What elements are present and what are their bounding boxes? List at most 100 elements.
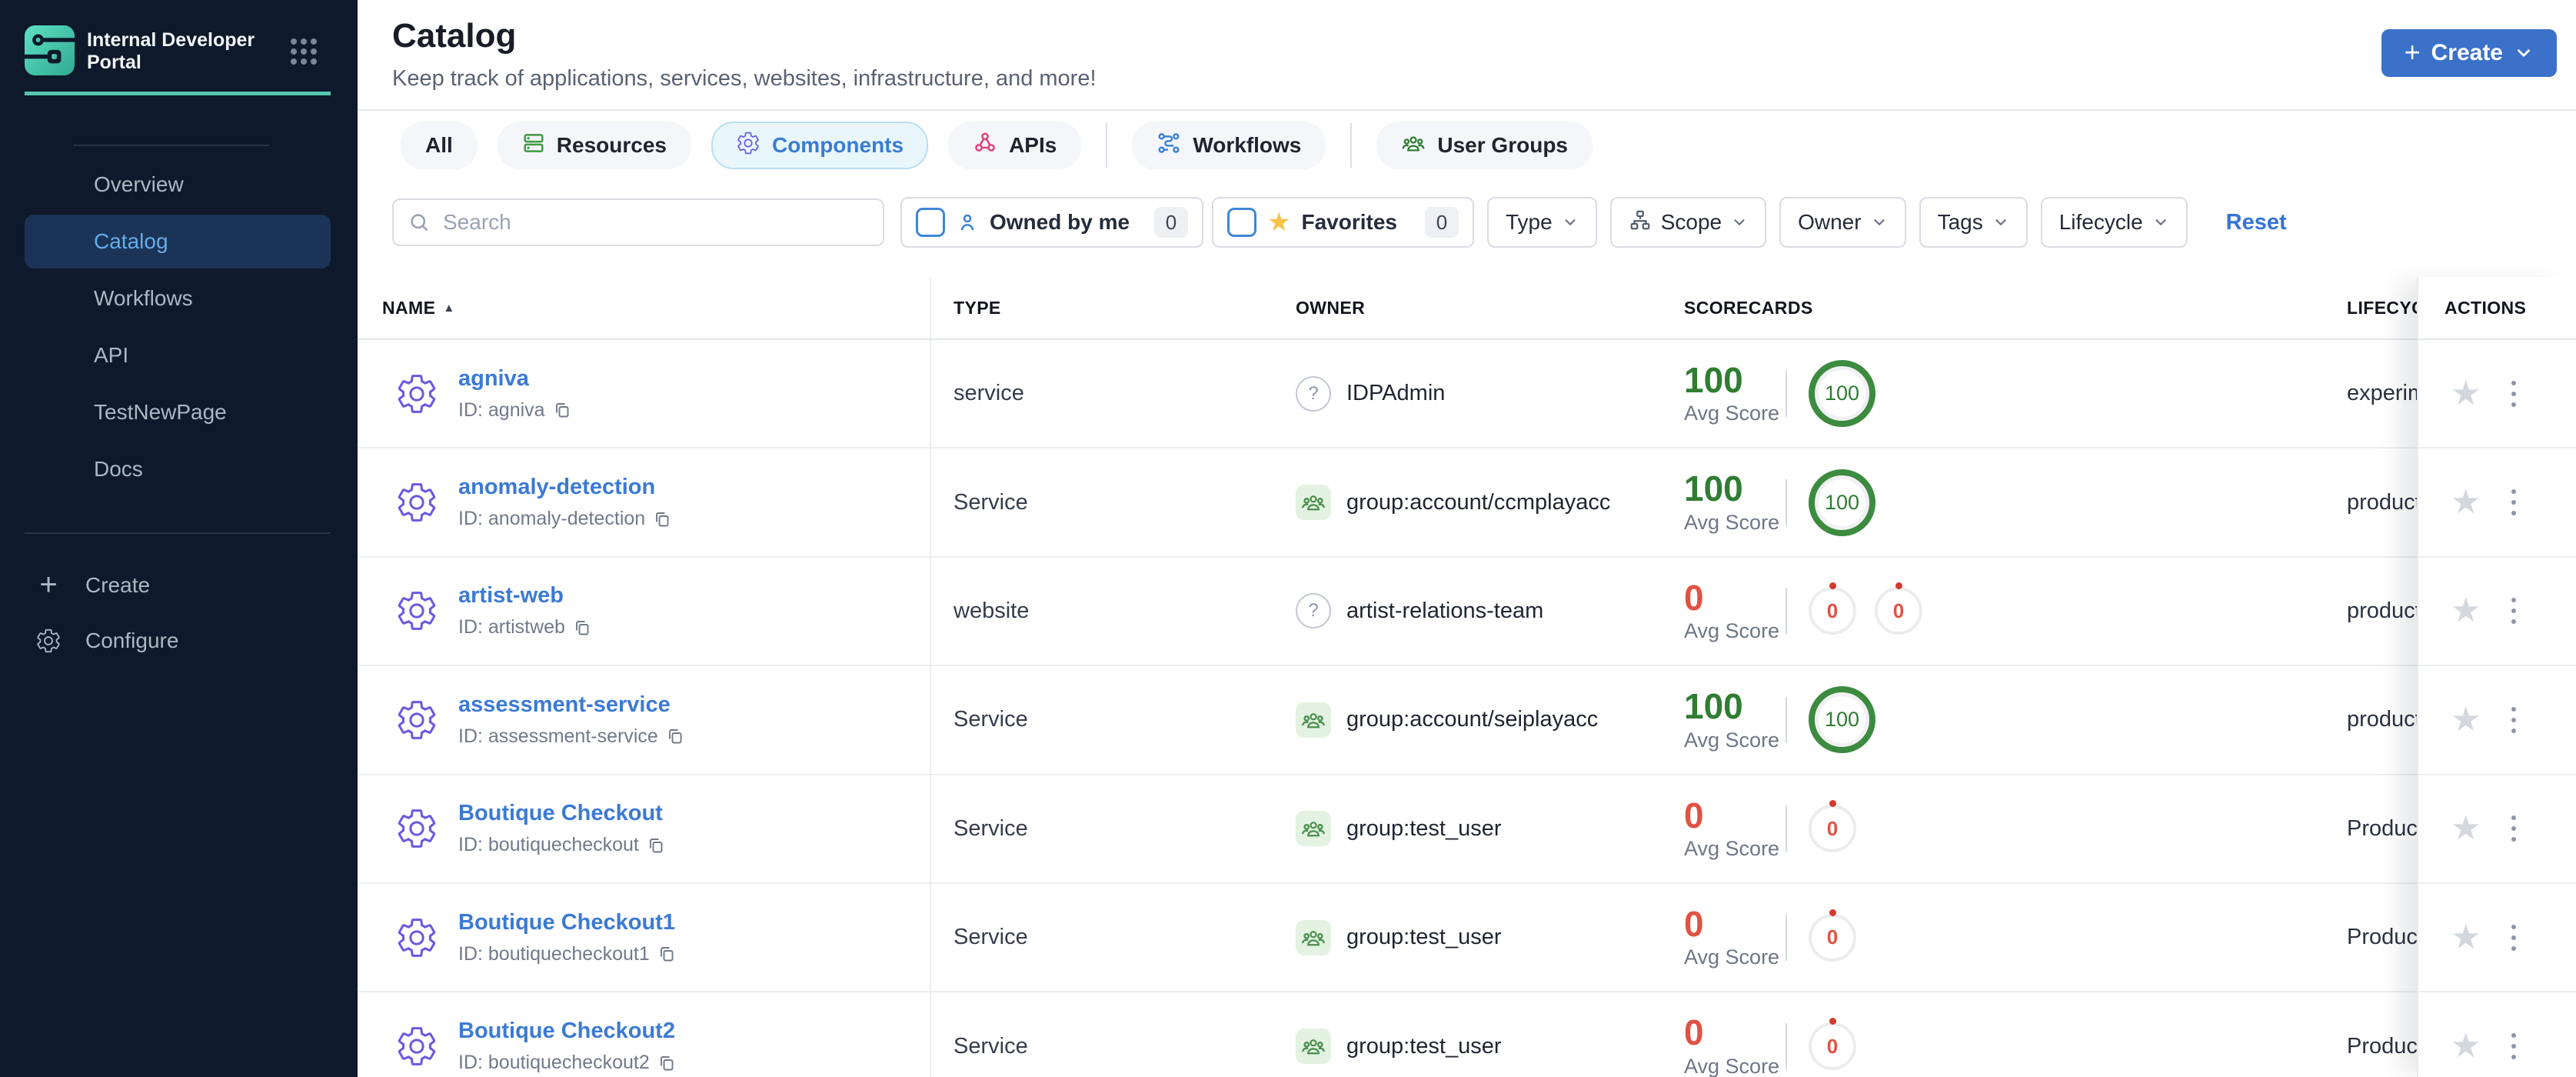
avg-score-block: 0 Avg Score (1684, 579, 1786, 643)
owner-cell: group:account/seiplayacc (1276, 666, 1661, 773)
tab-user-groups[interactable]: User Groups (1376, 122, 1593, 169)
copy-icon[interactable] (657, 1054, 676, 1072)
kebab-menu-icon[interactable] (2507, 811, 2521, 846)
scorecard-circles: 00 (1809, 582, 1922, 635)
favorite-star-icon[interactable]: ★ (2451, 812, 2481, 845)
entity-name-link[interactable]: Boutique Checkout2 (458, 1019, 676, 1044)
sidebar-item-catalog[interactable]: Catalog (25, 215, 331, 268)
favorite-star-icon[interactable]: ★ (2451, 920, 2481, 955)
scorecard-circles: 100 (1809, 360, 1875, 428)
sidebar-item-overview[interactable]: Overview (25, 158, 331, 212)
scorecard-ring[interactable]: 0 (1809, 1018, 1856, 1071)
name-block: Boutique Checkout ID: boutiquecheckout (458, 801, 665, 856)
entity-name-link[interactable]: assessment-service (458, 692, 684, 718)
kebab-menu-icon[interactable] (2507, 1029, 2521, 1064)
table-row[interactable]: anomaly-detection ID: anomaly-detection Se… (358, 448, 2417, 558)
search-input[interactable] (441, 209, 869, 235)
owner-cell: group:account/ccmplayacc (1276, 448, 1661, 555)
table-row[interactable]: artist-web ID: artistweb website? artist-re… (358, 557, 2417, 667)
copy-icon[interactable] (647, 836, 665, 855)
favorite-star-icon[interactable]: ★ (2451, 702, 2481, 737)
kebab-menu-icon[interactable] (2507, 920, 2521, 955)
table-row[interactable]: agniva ID: agniva service? IDPAdmin 100 Avg S… (358, 340, 2417, 449)
filter-dropdown-lifecycle[interactable]: Lifecycle (2040, 197, 2188, 248)
sidebar-configure-button[interactable]: Configure (35, 628, 178, 654)
brand-title: Internal Developer Portal (87, 29, 255, 73)
scorecard-ring-value: 100 (1824, 708, 1860, 732)
scorecard-ring[interactable]: 0 (1809, 582, 1856, 635)
kebab-menu-icon[interactable] (2507, 593, 2521, 629)
reset-filters-link[interactable]: Reset (2226, 210, 2287, 235)
avg-score-value: 0 (1684, 1012, 1704, 1053)
entity-name-link[interactable]: agniva (458, 366, 571, 392)
favorite-star-icon[interactable]: ★ (2451, 376, 2481, 411)
scorecard-ring[interactable]: 0 (1809, 800, 1856, 853)
name-cell: agniva ID: agniva (358, 340, 931, 448)
tab-components[interactable]: Components (711, 122, 929, 169)
owned-by-me-filter[interactable]: Owned by me 0 (900, 197, 1203, 248)
owned-by-me-checkbox[interactable] (916, 208, 945, 237)
favorite-star-icon[interactable]: ★ (2451, 594, 2481, 628)
entity-name-link[interactable]: artist-web (458, 583, 591, 609)
favorite-star-icon[interactable]: ★ (2451, 485, 2481, 519)
owner-name: group:test_user (1346, 815, 1502, 841)
column-header-name[interactable]: NAME ▲ (358, 277, 931, 338)
score-divider (1786, 805, 1787, 852)
tab-workflows[interactable]: Workflows (1132, 122, 1326, 169)
table-row[interactable]: Boutique Checkout ID: boutiquecheckout Ser… (358, 775, 2417, 884)
scorecard-ring[interactable]: 100 (1809, 686, 1875, 754)
dropdown-label: Lifecycle (2058, 210, 2143, 234)
scorecard-ring[interactable]: 0 (1875, 582, 1922, 635)
filter-dropdown-type[interactable]: Type (1487, 197, 1597, 248)
scorecard-ring[interactable]: 0 (1809, 909, 1856, 962)
scorecard-circles: 0 (1809, 909, 1856, 962)
avg-score-block: 0 Avg Score (1684, 905, 1786, 969)
table-row[interactable]: Boutique Checkout1 ID: boutiquecheckout1 S… (358, 883, 2417, 993)
tab-apis[interactable]: APIs (948, 122, 1082, 169)
unknown-owner-icon: ? (1296, 375, 1331, 412)
table-row[interactable]: assessment-service ID: assessment-service… (358, 666, 2417, 775)
favorites-checkbox[interactable] (1227, 208, 1256, 237)
kebab-menu-icon[interactable] (2507, 376, 2521, 412)
group-owner-icon (1296, 1029, 1331, 1065)
lifecycle-cell: production (2347, 489, 2417, 515)
copy-icon[interactable] (653, 510, 671, 528)
table-header: NAME ▲ TYPE OWNER SCORECARDS LIFECYCLE (358, 277, 2417, 340)
sidebar-item-docs[interactable]: Docs (25, 442, 331, 496)
apps-grid-icon[interactable] (291, 38, 317, 65)
scorecard-ring[interactable]: 100 (1809, 468, 1875, 536)
owner-name: group:test_user (1346, 1033, 1502, 1059)
table-scroll-area[interactable]: NAME ▲ TYPE OWNER SCORECARDS LIFECYCLE agniva… (358, 277, 2417, 1077)
entity-name-link[interactable]: Boutique Checkout1 (458, 910, 676, 935)
column-header-type: TYPE (931, 298, 1276, 318)
tab-resources[interactable]: Resources (497, 122, 691, 169)
tab-group-divider (1350, 123, 1353, 168)
entity-name-link[interactable]: Boutique Checkout (458, 801, 665, 826)
copy-icon[interactable] (657, 945, 676, 963)
owner-name: group:account/seiplayacc (1346, 707, 1599, 732)
filter-dropdown-tags[interactable]: Tags (1919, 197, 2028, 248)
copy-icon[interactable] (553, 401, 571, 419)
filter-dropdown-owner[interactable]: Owner (1779, 197, 1906, 248)
table-row[interactable]: Boutique Checkout2 ID: boutiquecheckout2 S… (358, 992, 2417, 1077)
favorite-star-icon[interactable]: ★ (2451, 1029, 2481, 1063)
entity-name-link[interactable]: anomaly-detection (458, 475, 671, 500)
kebab-menu-icon[interactable] (2507, 485, 2521, 520)
create-button[interactable]: + Create (2381, 29, 2557, 77)
component-gear-icon (395, 699, 438, 742)
sidebar-create-button[interactable]: + Create (35, 568, 150, 602)
kebab-menu-icon[interactable] (2507, 702, 2521, 738)
tab-all[interactable]: All (401, 122, 478, 169)
catalog-page: Internal Developer Portal Overview Catalo… (0, 0, 2576, 1077)
scorecard-ring[interactable]: 100 (1809, 360, 1875, 428)
sidebar-item-workflows[interactable]: Workflows (25, 272, 331, 325)
copy-icon[interactable] (573, 619, 591, 637)
search-box[interactable] (392, 198, 884, 246)
favorites-filter[interactable]: ★ Favorites 0 (1212, 197, 1474, 248)
avg-score-value: 100 (1684, 686, 1743, 727)
copy-icon[interactable] (666, 727, 684, 745)
entity-id: ID: anomaly-detection (458, 508, 671, 530)
sidebar-item-api[interactable]: API (25, 328, 331, 382)
filter-dropdown-scope[interactable]: Scope (1609, 197, 1767, 248)
sidebar-item-testnewpage[interactable]: TestNewPage (25, 385, 331, 439)
